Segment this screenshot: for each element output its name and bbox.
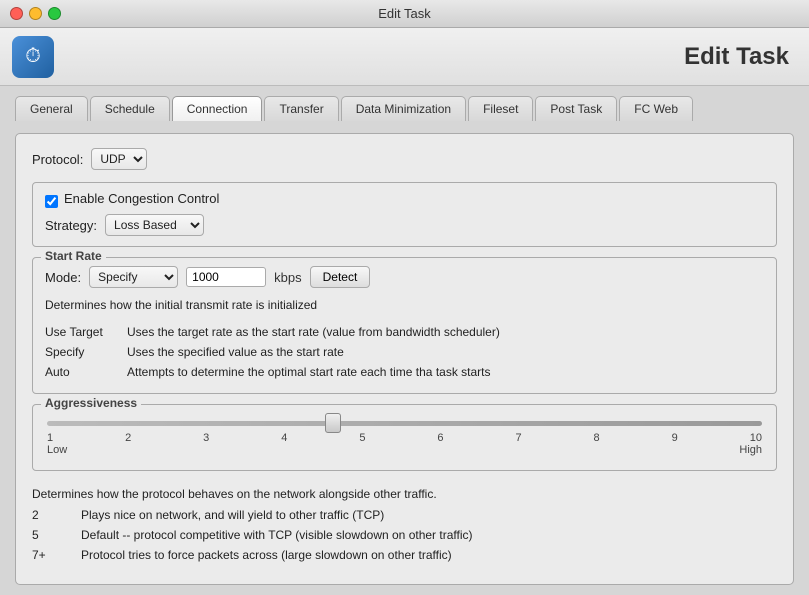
slider-labels: Low High <box>47 444 762 456</box>
start-rate-title: Start Rate <box>41 249 106 263</box>
protocol-row: Protocol: UDP TCP <box>32 148 777 170</box>
app-icon: ⏱ <box>12 36 54 78</box>
congestion-checkbox-row: Enable Congestion Control <box>45 191 764 212</box>
aggressiveness-group: Aggressiveness 1 2 3 4 5 6 7 8 9 10 <box>32 404 777 471</box>
slider-track <box>47 421 762 426</box>
congestion-control-label: Enable Congestion Control <box>64 191 219 206</box>
header-bar: ⏱ Edit Task <box>0 28 809 86</box>
slider-thumb[interactable] <box>325 413 341 433</box>
kbps-label: kbps <box>274 270 301 285</box>
tab-fc-web[interactable]: FC Web <box>619 96 693 121</box>
protocol-label: Protocol: <box>32 152 83 167</box>
start-rate-info-header: Determines how the initial transmit rate… <box>45 296 764 315</box>
minimize-button[interactable] <box>29 7 42 20</box>
strategy-row: Strategy: Loss Based Delay Based <box>45 214 764 236</box>
bottom-info-row-7: 7+ Protocol tries to force packets acros… <box>32 546 777 566</box>
title-bar: Edit Task <box>0 0 809 28</box>
tab-schedule[interactable]: Schedule <box>90 96 170 121</box>
main-content: General Schedule Connection Transfer Dat… <box>0 86 809 595</box>
start-rate-group: Start Rate Mode: Specify Use Target Auto… <box>32 257 777 394</box>
title-bar-controls[interactable] <box>10 7 61 20</box>
bottom-info: Determines how the protocol behaves on t… <box>32 481 777 570</box>
window-title: Edit Task <box>378 6 431 21</box>
strategy-select[interactable]: Loss Based Delay Based <box>105 214 204 236</box>
tab-connection[interactable]: Connection <box>172 96 263 121</box>
detect-button[interactable]: Detect <box>310 266 371 288</box>
connection-panel: Protocol: UDP TCP Enable Congestion Cont… <box>15 133 794 585</box>
mode-select[interactable]: Specify Use Target Auto <box>89 266 178 288</box>
mode-label: Mode: <box>45 270 81 285</box>
aggressiveness-title: Aggressiveness <box>41 396 141 410</box>
congestion-control-checkbox[interactable] <box>45 195 58 208</box>
tab-bar: General Schedule Connection Transfer Dat… <box>15 96 794 121</box>
close-button[interactable] <box>10 7 23 20</box>
bottom-info-header: Determines how the protocol behaves on t… <box>32 485 777 505</box>
aggressiveness-slider-container: 1 2 3 4 5 6 7 8 9 10 Low High <box>47 417 762 458</box>
maximize-button[interactable] <box>48 7 61 20</box>
tab-transfer[interactable]: Transfer <box>264 96 338 121</box>
start-rate-info-table: Use Target Uses the target rate as the s… <box>45 323 764 382</box>
slider-low-label: Low <box>47 444 67 456</box>
mode-row: Mode: Specify Use Target Auto 1000 kbps … <box>45 266 764 288</box>
page-title: Edit Task <box>684 43 789 71</box>
tab-fileset[interactable]: Fileset <box>468 96 533 121</box>
bottom-info-row-5: 5 Default -- protocol competitive with T… <box>32 526 777 546</box>
strategy-label: Strategy: <box>45 218 97 233</box>
rate-input[interactable]: 1000 <box>186 267 266 287</box>
tab-post-task[interactable]: Post Task <box>535 96 617 121</box>
tab-data-minimization[interactable]: Data Minimization <box>341 96 466 121</box>
slider-high-label: High <box>739 444 762 456</box>
congestion-control-group: Enable Congestion Control Strategy: Loss… <box>32 182 777 247</box>
bottom-info-row-2: 2 Plays nice on network, and will yield … <box>32 506 777 526</box>
slider-ticks: 1 2 3 4 5 6 7 8 9 10 <box>47 432 762 444</box>
tab-general[interactable]: General <box>15 96 88 121</box>
protocol-select[interactable]: UDP TCP <box>91 148 147 170</box>
